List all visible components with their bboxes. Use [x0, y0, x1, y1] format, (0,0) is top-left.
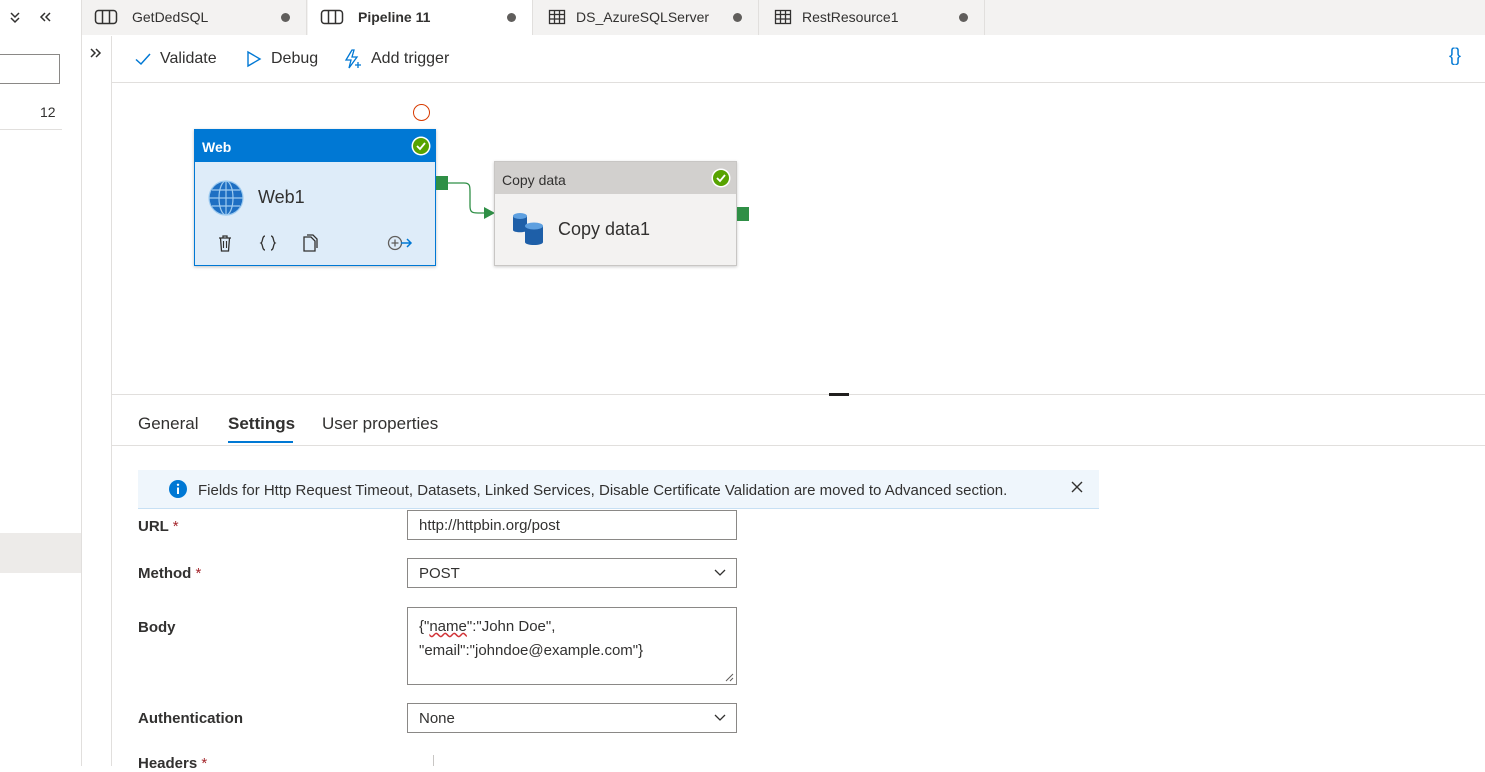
method-dropdown[interactable]: POST	[407, 558, 737, 588]
code-view-button[interactable]: {}	[1449, 45, 1461, 66]
tab-ds-azuresqlserver[interactable]: DS_AzureSQLServer	[534, 0, 759, 35]
pipeline-icon	[320, 9, 344, 25]
divider	[0, 129, 62, 130]
expand-activities-icon[interactable]	[88, 44, 102, 65]
url-label: URL *	[138, 518, 179, 535]
url-input[interactable]: http://httpbin.org/post	[407, 510, 737, 540]
tab-label: DS_AzureSQLServer	[576, 9, 710, 25]
body-text-fragment: {"	[419, 618, 430, 635]
spellcheck-flagged-word: name	[429, 618, 467, 635]
success-check-icon	[711, 168, 731, 188]
web-activity-node[interactable]: Web Web1	[194, 129, 436, 266]
success-check-icon	[411, 136, 431, 156]
body-value: {"name":"John Doe", "email":"johndoe@exa…	[419, 615, 643, 663]
url-value: http://httpbin.org/post	[419, 517, 560, 534]
code-icon[interactable]	[259, 234, 277, 252]
collapse-all-icon[interactable]	[8, 10, 22, 29]
tab-label: GetDedSQL	[132, 9, 209, 25]
authentication-label: Authentication	[138, 710, 243, 727]
authentication-value: None	[419, 710, 455, 727]
debug-button[interactable]: Debug	[245, 48, 318, 70]
body-line-1: {"name":"John Doe",	[419, 615, 643, 639]
success-output-port[interactable]	[737, 207, 749, 221]
required-marker: *	[172, 518, 179, 535]
add-output-icon[interactable]	[387, 234, 413, 252]
tab-pipeline-11[interactable]: Pipeline 11	[308, 0, 533, 35]
tab-label: RestResource1	[802, 9, 899, 25]
collapse-panel-icon[interactable]	[38, 10, 52, 29]
document-tab-bar: GetDedSQL Pipeline 11 DS_AzureSQLServer …	[82, 0, 1485, 35]
info-message-text: Fields for Http Request Timeout, Dataset…	[198, 482, 1008, 499]
unsaved-dot-icon	[733, 13, 742, 22]
authentication-dropdown[interactable]: None	[407, 703, 737, 733]
tab-general[interactable]: General	[138, 414, 198, 434]
activity-name: Web1	[258, 187, 305, 207]
info-icon	[169, 480, 187, 498]
body-label: Body	[138, 619, 176, 636]
selected-resource-item[interactable]	[0, 533, 81, 573]
table-icon	[774, 9, 792, 25]
divider	[112, 394, 1485, 395]
validate-button[interactable]: Validate	[134, 48, 217, 70]
activity-name: Copy data1	[558, 219, 651, 239]
divider	[112, 445, 1485, 446]
pipeline-icon	[94, 9, 118, 25]
unsaved-dot-icon	[959, 13, 968, 22]
body-line-2: "email":"johndoe@example.com"}	[419, 642, 644, 659]
unsaved-dot-icon	[281, 13, 290, 22]
resource-filter-input[interactable]	[0, 54, 60, 84]
validate-label: Validate	[160, 50, 217, 67]
play-icon	[247, 50, 262, 68]
activity-header: Copy data	[495, 162, 736, 194]
checkmark-icon	[135, 53, 151, 66]
activity-type: Web	[202, 139, 232, 155]
factory-resources-panel: 12	[0, 0, 82, 766]
error-indicator-icon[interactable]	[413, 104, 430, 121]
tab-getdedsql[interactable]: GetDedSQL	[82, 0, 307, 35]
add-trigger-label: Add trigger	[371, 50, 450, 67]
activity-type: Copy data	[502, 172, 566, 188]
activity-header: Web	[195, 130, 435, 162]
method-label-text: Method	[138, 565, 192, 582]
resize-grip-icon[interactable]	[724, 672, 734, 682]
pipeline-toolbar: Validate Debug Add trigger	[112, 36, 1485, 83]
tab-restresource1[interactable]: RestResource1	[760, 0, 985, 35]
activities-pane-collapsed	[82, 36, 112, 766]
unsaved-dot-icon	[507, 13, 516, 22]
resource-count: 12	[40, 104, 56, 120]
success-output-port[interactable]	[436, 176, 448, 190]
divider	[433, 755, 434, 766]
body-text-fragment: ":"John Doe",	[466, 618, 556, 635]
resize-handle[interactable]	[829, 393, 849, 396]
method-value: POST	[419, 565, 460, 582]
trigger-icon	[344, 49, 361, 69]
headers-label: Headers *	[138, 755, 207, 772]
tab-settings[interactable]: Settings	[228, 414, 295, 434]
method-label: Method *	[138, 565, 201, 582]
delete-icon[interactable]	[217, 234, 233, 252]
tab-label: Pipeline 11	[358, 9, 431, 25]
body-textarea[interactable]: {"name":"John Doe", "email":"johndoe@exa…	[407, 607, 737, 685]
required-marker: *	[195, 565, 202, 582]
copy-activity-node[interactable]: Copy data Copy data1	[494, 161, 737, 266]
active-tab-indicator	[228, 441, 293, 443]
add-trigger-button[interactable]: Add trigger	[343, 48, 449, 70]
database-copy-icon	[513, 213, 543, 245]
clone-icon[interactable]	[301, 234, 319, 252]
debug-label: Debug	[271, 50, 319, 67]
table-icon	[548, 9, 566, 25]
chevron-down-icon	[714, 569, 726, 576]
url-label-text: URL	[138, 518, 169, 535]
globe-icon	[208, 180, 244, 216]
chevron-down-icon	[714, 714, 726, 721]
close-icon[interactable]	[1070, 480, 1084, 494]
info-message-bar: Fields for Http Request Timeout, Dataset…	[138, 470, 1099, 509]
required-marker: *	[201, 755, 208, 772]
dependency-connector[interactable]	[448, 180, 496, 220]
tab-user-properties[interactable]: User properties	[322, 414, 438, 434]
headers-label-text: Headers	[138, 755, 198, 772]
